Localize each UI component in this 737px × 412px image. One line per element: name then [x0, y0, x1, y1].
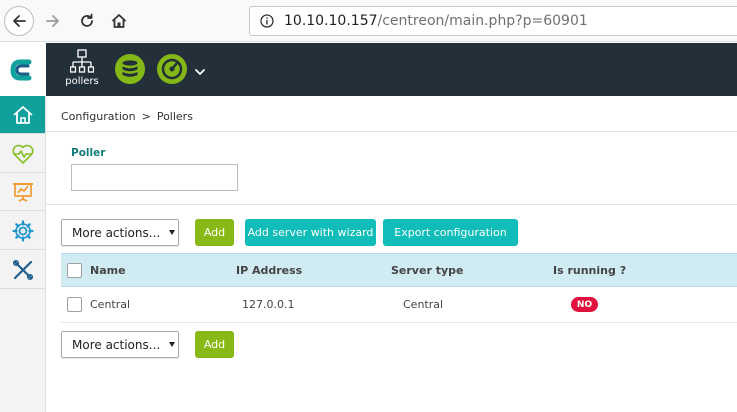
breadcrumb-pollers[interactable]: Pollers	[157, 110, 193, 123]
poller-search-input[interactable]	[71, 164, 238, 191]
cell-ip-address: 127.0.0.1	[242, 298, 295, 311]
centreon-logo-icon	[10, 59, 32, 80]
tools-icon	[12, 259, 33, 280]
presentation-chart-icon	[12, 182, 33, 202]
address-bar[interactable]: 10.10.10.157/centreon/main.php?p=60901	[249, 6, 737, 36]
browser-toolbar: 10.10.10.157/centreon/main.php?p=60901	[0, 0, 737, 42]
sidebar	[0, 96, 46, 412]
filter-panel: Poller	[46, 131, 737, 205]
info-icon	[260, 14, 274, 28]
centreon-logo[interactable]	[0, 43, 46, 96]
select-all-checkbox[interactable]	[67, 263, 82, 278]
add-server-wizard-button[interactable]: Add server with wizard	[245, 219, 376, 246]
caret-down-icon	[169, 342, 175, 347]
poller-filter-label: Poller	[71, 147, 106, 159]
forward-button[interactable]	[38, 6, 68, 36]
engine-status-icon[interactable]	[156, 53, 188, 85]
home-outline-icon	[12, 105, 33, 124]
more-actions-select-top[interactable]: More actions...	[61, 219, 179, 246]
cell-server-type: Central	[403, 298, 444, 311]
table-header: Name IP Address Server type Is running ?	[61, 253, 737, 287]
column-is-running[interactable]: Is running ?	[553, 264, 626, 277]
add-button-top[interactable]: Add	[195, 219, 234, 246]
chevron-down-icon[interactable]	[194, 62, 206, 81]
export-configuration-button[interactable]: Export configuration	[383, 219, 518, 246]
gear-icon	[11, 219, 34, 242]
arrow-right-icon	[46, 15, 59, 27]
cell-name[interactable]: Central	[90, 298, 130, 311]
app-header: pollers	[0, 43, 737, 96]
more-actions-label: More actions...	[72, 337, 161, 352]
add-button-bottom[interactable]: Add	[195, 331, 234, 358]
column-server-type[interactable]: Server type	[391, 264, 463, 277]
url-text: 10.10.10.157/centreon/main.php?p=60901	[284, 13, 588, 29]
pollers-label: pollers	[65, 76, 99, 87]
home-icon	[111, 14, 127, 28]
heartbeat-icon	[11, 144, 34, 164]
more-actions-select-bottom[interactable]: More actions...	[61, 331, 179, 358]
table-row[interactable]: Central 127.0.0.1 Central NO	[61, 287, 737, 323]
breadcrumb: Configuration > Pollers	[61, 110, 193, 123]
back-button[interactable]	[4, 6, 34, 36]
sidebar-item-home[interactable]	[0, 96, 45, 134]
url-path: /centreon/main.php?p=60901	[377, 13, 588, 29]
column-ip-address[interactable]: IP Address	[236, 264, 302, 277]
row-checkbox[interactable]	[67, 297, 82, 312]
caret-down-icon	[169, 230, 175, 235]
reload-icon	[81, 13, 93, 27]
arrow-left-icon	[13, 15, 26, 27]
url-host: 10.10.10.157	[284, 13, 378, 29]
column-name[interactable]: Name	[90, 264, 126, 277]
breadcrumb-separator: >	[141, 110, 151, 123]
breadcrumb-configuration[interactable]: Configuration	[61, 110, 136, 123]
sidebar-item-monitoring[interactable]	[0, 135, 45, 173]
network-tree-icon	[70, 49, 94, 73]
home-button[interactable]	[104, 6, 134, 36]
sidebar-item-configuration[interactable]	[0, 212, 45, 250]
more-actions-label: More actions...	[72, 225, 161, 240]
pollers-menu[interactable]: pollers	[64, 49, 100, 91]
status-badge: NO	[571, 297, 598, 312]
reload-button[interactable]	[72, 6, 102, 36]
database-status-icon[interactable]	[114, 53, 146, 85]
sidebar-item-reporting[interactable]	[0, 173, 45, 211]
sidebar-item-administration[interactable]	[0, 251, 45, 289]
